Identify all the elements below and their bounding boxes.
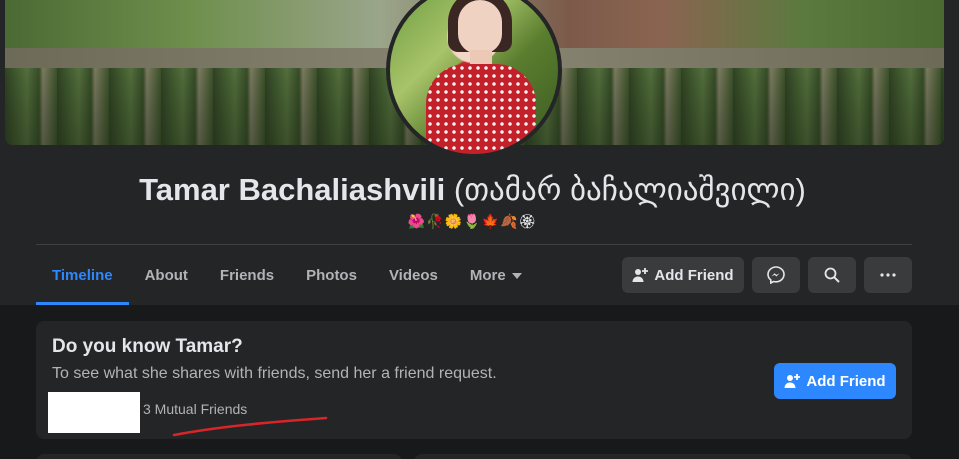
tab-videos[interactable]: Videos bbox=[373, 246, 454, 305]
mutual-friends-avatars bbox=[48, 392, 140, 433]
messenger-icon bbox=[767, 266, 785, 284]
header-divider bbox=[36, 244, 912, 245]
know-card-title: Do you know Tamar? bbox=[52, 336, 243, 357]
message-button[interactable] bbox=[752, 257, 800, 293]
tab-friends[interactable]: Friends bbox=[204, 246, 290, 305]
profile-name-text: Tamar Bachaliashvili bbox=[139, 172, 446, 207]
tab-about[interactable]: About bbox=[129, 246, 204, 305]
profile-bio: 🌺🥀🌼🌷🍁🍂🏵 bbox=[407, 213, 538, 229]
tab-photos[interactable]: Photos bbox=[290, 246, 373, 305]
tab-more[interactable]: More bbox=[454, 246, 538, 305]
profile-tabs: Timeline About Friends Photos Videos Mor… bbox=[36, 246, 538, 305]
search-button[interactable] bbox=[808, 257, 856, 293]
search-icon bbox=[824, 267, 840, 283]
more-options-button[interactable] bbox=[864, 257, 912, 293]
tab-timeline[interactable]: Timeline bbox=[36, 246, 129, 305]
more-icon bbox=[880, 273, 896, 277]
red-underline-annotation bbox=[172, 416, 328, 437]
add-friend-icon bbox=[784, 373, 801, 389]
profile-actions: Add Friend bbox=[622, 257, 912, 293]
add-friend-button[interactable]: Add Friend bbox=[622, 257, 744, 293]
profile-name: Tamar Bachaliashvili (თამარ ბაჩალიაშვილი… bbox=[0, 172, 945, 208]
know-card: Do you know Tamar? To see what she share… bbox=[36, 321, 912, 439]
add-friend-label: Add Friend bbox=[654, 266, 734, 284]
add-friend-icon bbox=[632, 267, 649, 283]
profile-alternate-name: (თამარ ბაჩალიაშვილი) bbox=[453, 172, 806, 207]
card-add-friend-label: Add Friend bbox=[806, 372, 886, 390]
left-column-card bbox=[36, 454, 402, 459]
caret-down-icon bbox=[511, 272, 522, 279]
card-add-friend-button[interactable]: Add Friend bbox=[774, 363, 896, 399]
know-card-subtitle: To see what she shares with friends, sen… bbox=[52, 365, 497, 382]
right-column-card bbox=[414, 454, 912, 459]
